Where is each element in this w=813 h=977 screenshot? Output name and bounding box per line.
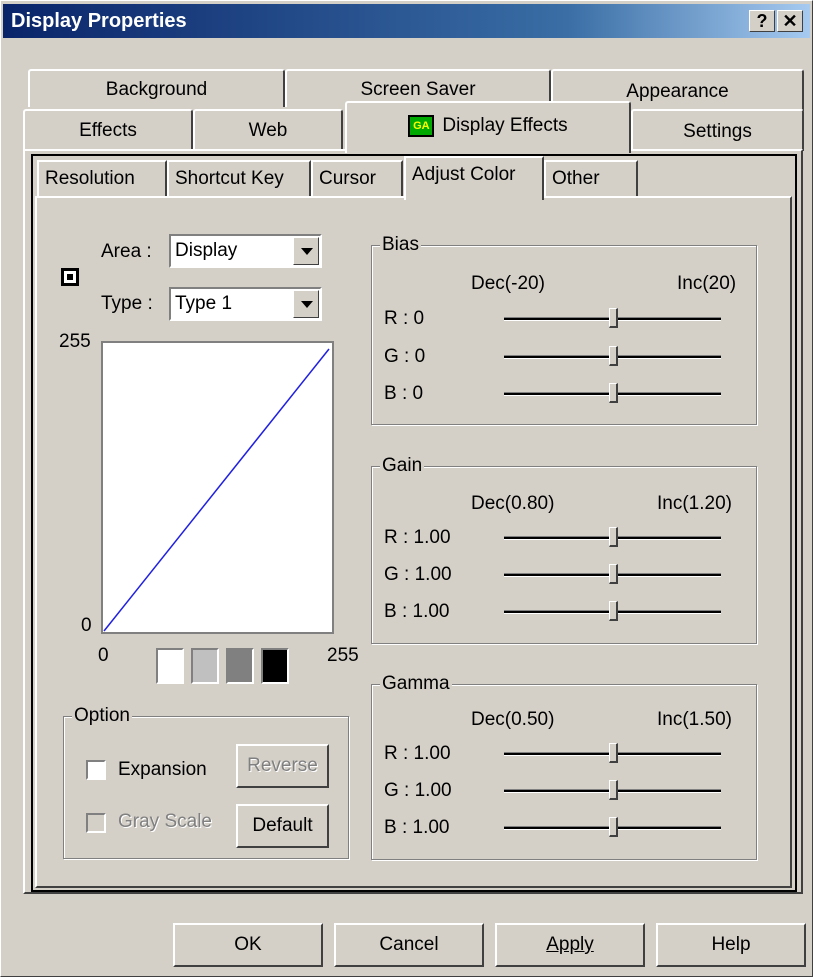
gray-scale-checkbox	[86, 813, 106, 833]
subtab-adjust-color[interactable]: Adjust Color	[404, 156, 544, 200]
swatch-light-gray[interactable]	[191, 648, 219, 684]
subtab-cursor[interactable]: Cursor	[311, 160, 403, 198]
bias-dec-label: Dec(-20)	[471, 273, 545, 294]
color-curve-graph[interactable]	[101, 341, 335, 635]
bias-slider-thumb-g[interactable]	[608, 346, 618, 366]
bias-slider-thumb-b[interactable]	[608, 383, 618, 403]
bias-slider-thumb-r[interactable]	[608, 308, 618, 328]
ga-icon: GA	[408, 114, 435, 137]
curve-y-max: 255	[59, 331, 91, 352]
cancel-button[interactable]: Cancel	[334, 923, 484, 967]
tab-effects[interactable]: Effects	[23, 109, 193, 151]
area-indicator-icon	[61, 268, 79, 286]
curve-x-min: 0	[98, 645, 109, 666]
default-button[interactable]: Default	[236, 804, 329, 848]
gain-caption: Gain	[380, 455, 425, 477]
chevron-down-icon[interactable]	[293, 237, 319, 265]
subtab-shortcut-key[interactable]: Shortcut Key	[167, 160, 311, 198]
area-select[interactable]: Display	[169, 234, 322, 268]
help-footer-button[interactable]: Help	[656, 923, 806, 967]
gain-r-label: R : 1.00	[384, 527, 451, 548]
gamma-dec-label: Dec(0.50)	[471, 709, 555, 730]
tab-web[interactable]: Web	[193, 109, 343, 151]
area-select-value: Display	[175, 240, 238, 261]
tab-display-effects-label: Display Effects	[442, 115, 568, 136]
bias-g-label: G : 0	[384, 346, 426, 367]
ok-button[interactable]: OK	[173, 923, 323, 967]
tab-settings[interactable]: Settings	[631, 109, 804, 151]
close-button[interactable]: ✕	[777, 10, 803, 32]
gamma-r-label: R : 1.00	[384, 743, 451, 764]
curve-x-max: 255	[327, 645, 359, 666]
bias-inc-label: Inc(20)	[677, 273, 737, 294]
swatch-black[interactable]	[261, 648, 289, 684]
tab-display-effects[interactable]: GA Display Effects	[345, 101, 631, 153]
gamma-inc-label: Inc(1.50)	[657, 709, 732, 730]
gamma-slider-thumb-b[interactable]	[608, 817, 618, 837]
expansion-checkbox[interactable]	[86, 760, 106, 780]
type-select[interactable]: Type 1	[169, 287, 322, 321]
chevron-down-icon[interactable]	[293, 290, 319, 318]
gain-dec-label: Dec(0.80)	[471, 493, 555, 514]
gamma-caption: Gamma	[380, 673, 452, 695]
gain-slider-thumb-g[interactable]	[608, 564, 618, 584]
gamma-slider-thumb-g[interactable]	[608, 780, 618, 800]
help-button[interactable]: ?	[749, 10, 775, 32]
gamma-g-label: G : 1.00	[384, 780, 452, 801]
gamma-slider-thumb-r[interactable]	[608, 743, 618, 763]
apply-button-label: Apply	[546, 934, 594, 955]
bias-group: Bias	[371, 234, 757, 425]
type-label: Type :	[101, 293, 153, 314]
option-caption: Option	[72, 705, 132, 727]
gain-inc-label: Inc(1.20)	[657, 493, 732, 514]
area-label: Area :	[101, 241, 152, 262]
swatch-white[interactable]	[156, 648, 184, 684]
expansion-label: Expansion	[118, 759, 207, 780]
gray-scale-label: Gray Scale	[118, 811, 212, 832]
bias-r-label: R : 0	[384, 308, 425, 329]
subtab-resolution[interactable]: Resolution	[37, 160, 167, 198]
bias-caption: Bias	[380, 234, 421, 256]
title-bar: Display Properties ? ✕	[3, 4, 810, 38]
gain-g-label: G : 1.00	[384, 564, 452, 585]
swatch-gray[interactable]	[226, 648, 254, 684]
gain-b-label: B : 1.00	[384, 601, 450, 622]
tab-background[interactable]: Background	[28, 69, 285, 107]
apply-button[interactable]: Apply	[495, 923, 645, 967]
display-properties-window: Display Properties ? ✕ Background Screen…	[0, 0, 813, 977]
gain-slider-thumb-r[interactable]	[608, 527, 618, 547]
bias-b-label: B : 0	[384, 383, 424, 404]
window-title: Display Properties	[11, 10, 187, 32]
type-select-value: Type 1	[175, 293, 233, 314]
gamma-b-label: B : 1.00	[384, 817, 450, 838]
subtab-other[interactable]: Other	[544, 160, 638, 198]
curve-y-min: 0	[81, 615, 92, 636]
gain-slider-thumb-b[interactable]	[608, 601, 618, 621]
reverse-button: Reverse	[236, 744, 329, 788]
